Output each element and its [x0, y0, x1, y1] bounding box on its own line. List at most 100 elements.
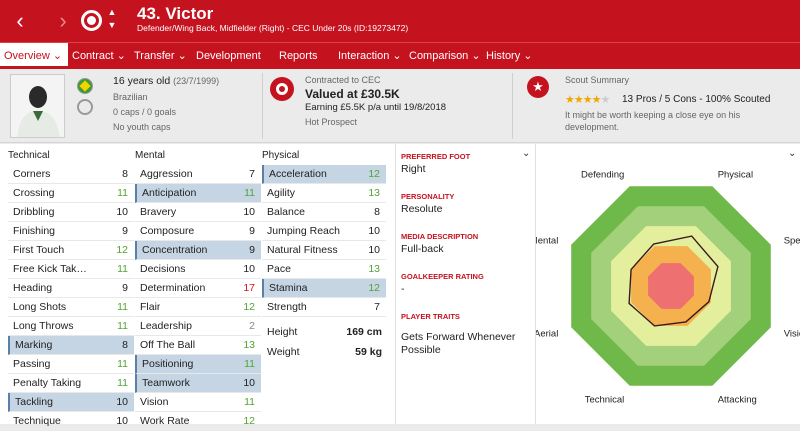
preferred-foot-label: PREFERRED FOOT [401, 152, 471, 161]
player-caps: 0 caps / 0 goals [113, 107, 177, 117]
info-panel: PREFERRED FOOT Right ⌄ PERSONALITY Resol… [395, 144, 535, 424]
attribute-row[interactable]: Strength 7 [262, 298, 386, 317]
technical-heading: Technical [8, 150, 50, 161]
attribute-row[interactable]: Vision 11 [135, 393, 261, 412]
chevron-down-icon[interactable]: ⌄ [522, 148, 530, 159]
tab-interaction[interactable]: Interaction ⌄ [334, 43, 407, 69]
brazil-flag-icon [77, 78, 93, 94]
attribute-radar-panel: ⌄ Defending Physical Speed Vision Attacking T… [530, 144, 800, 424]
attribute-row-highlighted[interactable]: Anticipation 11 [135, 184, 261, 203]
physical-heading: Physical [262, 150, 300, 161]
attribute-row[interactable]: Aggression 7 [135, 165, 261, 184]
attribute-row[interactable]: Leadership 2 [135, 317, 261, 336]
forward-button[interactable]: › [50, 0, 76, 42]
tab-overview[interactable]: Overview ⌄ [0, 43, 68, 69]
attribute-row[interactable]: Long Shots 11 [8, 298, 134, 317]
attribute-row-highlighted[interactable]: Positioning 11 [135, 355, 261, 374]
scout-heading: Scout Summary [565, 75, 630, 85]
attribute-row[interactable]: Corners 8 [8, 165, 134, 184]
contract-heading: Contracted to CEC [305, 75, 381, 85]
player-age: 16 years old (23/7/1999) [113, 75, 220, 87]
tab-reports[interactable]: Reports ⌄ [275, 43, 333, 88]
attribute-row-highlighted[interactable]: Tackling 10 [8, 393, 134, 412]
radar-axis-label: Vision [784, 329, 800, 340]
scout-note-line1: It might be worth keeping a close eye on… [565, 110, 741, 120]
attribute-row-highlighted[interactable]: Marking 8 [8, 336, 134, 355]
player-silhouette-icon [17, 86, 60, 137]
chevron-left-icon: ‹ [16, 8, 24, 33]
attribute-row[interactable]: Decisions 10 [135, 260, 261, 279]
preferred-foot-value: Right [401, 163, 426, 175]
radar-axis-label: Attacking [718, 395, 757, 406]
back-button[interactable]: ‹ [0, 0, 40, 42]
radar-axis-label: Technical [585, 395, 625, 406]
media-description-label: MEDIA DESCRIPTION [401, 232, 479, 241]
attribute-row-highlighted[interactable]: Acceleration 12 [262, 165, 386, 184]
tab-bar: Overview ⌄ Contract ⌄ Transfer ⌄ Develop… [0, 42, 800, 88]
caps-icon [77, 99, 93, 115]
chevron-right-icon: › [59, 8, 67, 33]
player-status: Hot Prospect [305, 117, 358, 127]
attribute-row[interactable]: Agility 13 [262, 184, 386, 203]
player-value: Valued at £30.5K [305, 87, 400, 101]
tab-comparison[interactable]: Comparison ⌄ [405, 43, 485, 69]
club-badge-icon [270, 77, 294, 101]
player-target-icon[interactable] [81, 10, 102, 31]
attribute-row[interactable]: Finishing 9 [8, 222, 134, 241]
attributes-panel: Technical Corners 8 Crossing 11 Dribbling 1… [0, 144, 395, 427]
radar-axis-label: Mental [536, 235, 558, 246]
player-trait-line2: Possible [401, 344, 441, 356]
attribute-row[interactable]: Composure 9 [135, 222, 261, 241]
attribute-row[interactable]: Flair 12 [135, 298, 261, 317]
header-bar: ‹ › ▲ ▼ 43. Victor Defender/Wing Back, Mi… [0, 0, 800, 42]
player-switch-icon[interactable]: ▲ ▼ [107, 6, 117, 32]
attribute-row[interactable]: Pace 13 [262, 260, 386, 279]
attribute-row[interactable]: Natural Fitness 10 [262, 241, 386, 260]
tab-transfer[interactable]: Transfer ⌄ [130, 43, 192, 69]
attribute-row[interactable]: Work Rate 12 [135, 412, 261, 431]
personality-label: PERSONALITY [401, 192, 455, 201]
attribute-row[interactable]: First Touch 12 [8, 241, 134, 260]
tab-contract[interactable]: Contract ⌄ [68, 43, 132, 69]
divider [512, 73, 513, 139]
attribute-radar-chart: Defending Physical Speed Vision Attacking Tec… [530, 169, 800, 406]
scout-star-rating: ★★★★★ [565, 94, 610, 106]
radar-axis-label: Speed [784, 235, 800, 246]
attribute-row[interactable]: Bravery 10 [135, 203, 261, 222]
profile-bar: 16 years old (23/7/1999) Brazilian 0 cap… [0, 69, 800, 143]
chevron-down-icon[interactable]: ⌄ [788, 148, 796, 159]
goalkeeper-rating-label: GOALKEEPER RATING [401, 272, 484, 281]
page-subtitle: Defender/Wing Back, Midfielder (Right) -… [137, 23, 409, 33]
player-trait-line1: Gets Forward Whenever [401, 331, 516, 343]
tab-development[interactable]: Development ⌄ [192, 43, 277, 88]
attribute-row[interactable]: Technique 10 [8, 412, 134, 431]
media-description-value: Full-back [401, 243, 444, 255]
radar-axis-label: Aerial [536, 329, 558, 340]
attribute-row[interactable]: Balance 8 [262, 203, 386, 222]
personality-value: Resolute [401, 203, 443, 215]
attribute-row[interactable]: Jumping Reach 10 [262, 222, 386, 241]
contract-earning: Earning £5.5K p/a until 19/8/2018 [305, 102, 447, 113]
attribute-row[interactable]: Free Kick Tak… 11 [8, 260, 134, 279]
attribute-row[interactable]: Determination 17 [135, 279, 261, 298]
divider [262, 73, 263, 139]
scout-note-line2: development. [565, 122, 620, 132]
height-row: Height 169 cm [267, 326, 382, 338]
attribute-row[interactable]: Long Throws 11 [8, 317, 134, 336]
attribute-row-highlighted[interactable]: Stamina 12 [262, 279, 386, 298]
player-photo [10, 74, 65, 138]
attribute-row[interactable]: Penalty Taking 11 [8, 374, 134, 393]
weight-row: Weight 59 kg [267, 346, 382, 358]
attribute-row-highlighted[interactable]: Concentration 9 [135, 241, 261, 260]
player-nationality: Brazilian [113, 92, 148, 102]
tab-history[interactable]: History ⌄ [482, 43, 537, 69]
attribute-row-highlighted[interactable]: Teamwork 10 [135, 374, 261, 393]
attribute-row[interactable]: Crossing 11 [8, 184, 134, 203]
attribute-row[interactable]: Passing 11 [8, 355, 134, 374]
goalkeeper-rating-value: - [401, 283, 405, 295]
attribute-row[interactable]: Off The Ball 13 [135, 336, 261, 355]
attribute-row[interactable]: Dribbling 10 [8, 203, 134, 222]
page-title: 43. Victor [137, 4, 214, 23]
attribute-row[interactable]: Heading 9 [8, 279, 134, 298]
radar-ring [648, 263, 694, 309]
